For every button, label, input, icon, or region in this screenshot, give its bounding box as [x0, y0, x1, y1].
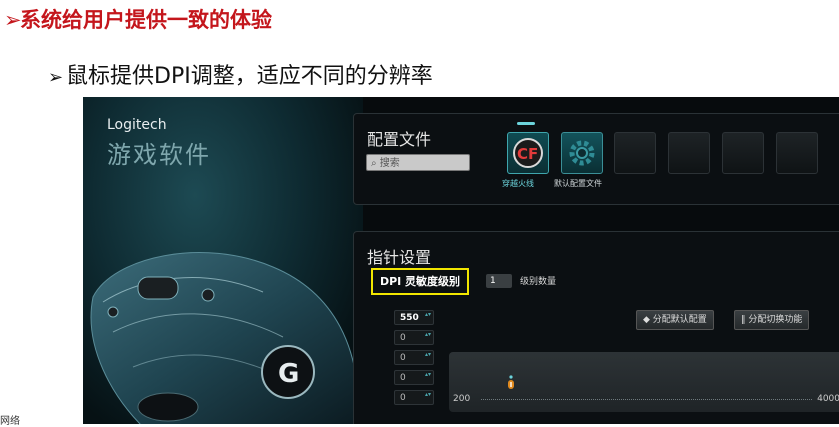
empty-profile-slot[interactable]	[668, 132, 710, 174]
dpi-value: 0	[400, 373, 406, 383]
bullet-2-text: 鼠标提供DPI调整，适应不同的分辨率	[66, 64, 433, 89]
dpi-sensitivity-label: DPI 灵敏度级别	[371, 268, 469, 295]
svg-text:G: G	[278, 359, 299, 389]
empty-profile-slot[interactable]	[722, 132, 764, 174]
slide-bullet-1: ➢系统给用户提供一致的体验	[4, 4, 272, 34]
empty-profile-slot[interactable]	[614, 132, 656, 174]
spinner-icon: ▴▾	[425, 311, 432, 318]
crossfire-game-icon: CF	[513, 138, 543, 168]
bullet-arrow-icon: ➢	[48, 67, 64, 88]
profile-tile-crossfire[interactable]: CF	[507, 132, 549, 174]
gear-icon	[569, 140, 595, 166]
dpi-value: 0	[400, 353, 406, 363]
logitech-gaming-software-window: Logitech 游戏软件 G 配置文件 ⌕ 搜索 CF 穿越火线 默认配置文件…	[83, 97, 839, 424]
spinner-icon: ▴▾	[425, 391, 432, 398]
profile-label-crossfire: 穿越火线	[502, 179, 534, 188]
profile-tile-default[interactable]	[561, 132, 603, 174]
profiles-panel: 配置文件 ⌕ 搜索 CF 穿越火线 默认配置文件	[353, 113, 839, 205]
brand-subtitle: 游戏软件	[107, 141, 211, 169]
search-icon: ⌕	[371, 158, 377, 169]
level-count-label: 级别数量	[520, 277, 557, 287]
profile-search-input[interactable]: ⌕ 搜索	[366, 154, 470, 171]
dpi-marker-icon	[508, 375, 515, 389]
dpi-level-field[interactable]: 0 ▴▾	[394, 330, 434, 345]
dpi-value: 0	[400, 393, 406, 403]
brand-name: Logitech	[107, 117, 167, 133]
level-count-stepper[interactable]: 1	[486, 274, 512, 288]
spinner-icon: ▴▾	[425, 351, 432, 358]
empty-profile-slot[interactable]	[776, 132, 818, 174]
spinner-icon: ▴▾	[425, 371, 432, 378]
search-placeholder: 搜索	[379, 158, 400, 169]
dpi-level-field[interactable]: 0 ▴▾	[394, 350, 434, 365]
bullet-1-text: 系统给用户提供一致的体验	[20, 8, 272, 32]
svg-text:CF: CF	[517, 145, 538, 163]
dpi-value: 0	[400, 333, 406, 343]
slider-handle[interactable]	[507, 374, 515, 389]
pointer-settings-panel: 指针设置 DPI 灵敏度级别 1 级别数量 ◆ 分配默认配置 ‖ 分配切换功能 …	[353, 231, 839, 424]
slide-bullet-2: ➢ 鼠标提供DPI调整，适应不同的分辨率	[48, 58, 433, 90]
assign-switch-button[interactable]: ‖ 分配切换功能	[734, 310, 810, 330]
spinner-icon: ▴▾	[425, 331, 432, 338]
active-profile-indicator	[517, 122, 535, 125]
slider-max-label: 4000	[817, 394, 839, 404]
pointer-settings-title: 指针设置	[367, 248, 432, 267]
dpi-level-field[interactable]: 0 ▴▾	[394, 390, 434, 405]
dpi-slider[interactable]: 200 4000	[449, 352, 839, 412]
bullet-arrow-icon: ➢	[4, 8, 22, 32]
profile-label-default: 默认配置文件	[554, 179, 602, 188]
assign-default-button[interactable]: ◆ 分配默认配置	[636, 310, 714, 330]
profiles-title: 配置文件	[367, 130, 432, 149]
dpi-value: 550	[400, 313, 419, 323]
slider-track	[481, 399, 812, 401]
dpi-level-field[interactable]: 0 ▴▾	[394, 370, 434, 385]
gaming-mouse-image: G	[90, 252, 360, 424]
side-note: 网络	[0, 416, 20, 427]
dpi-level-field[interactable]: 550 ▴▾	[394, 310, 434, 325]
slider-min-label: 200	[453, 394, 471, 404]
